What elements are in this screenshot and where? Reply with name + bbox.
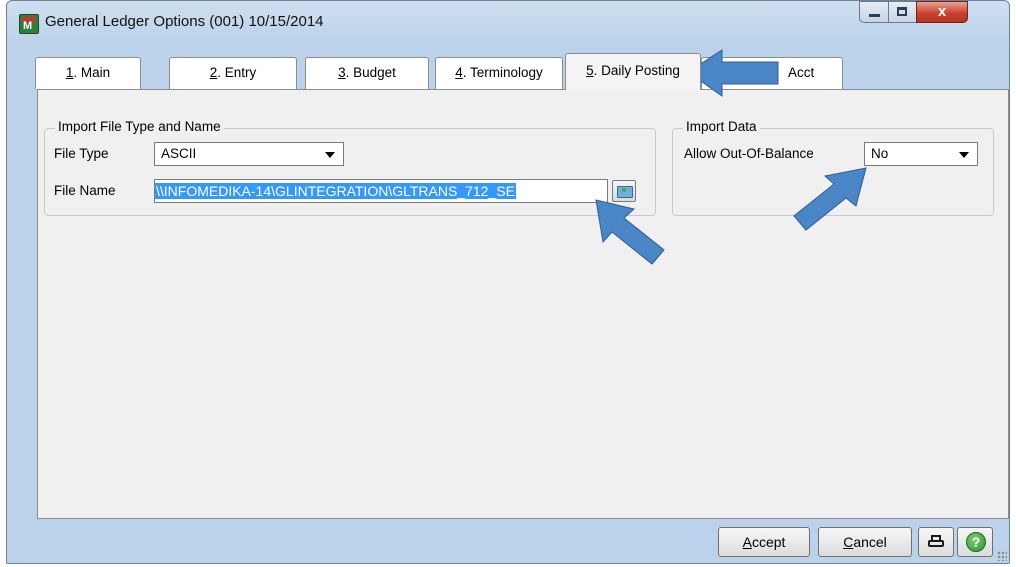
annotation-arrow-filename bbox=[595, 199, 665, 265]
annotation-arrow-tab bbox=[687, 49, 779, 97]
annotation-arrows bbox=[595, 49, 867, 265]
annotation-arrow-allow bbox=[793, 167, 867, 231]
tab-daily-posting[interactable]: 5. Daily Posting bbox=[565, 53, 701, 90]
